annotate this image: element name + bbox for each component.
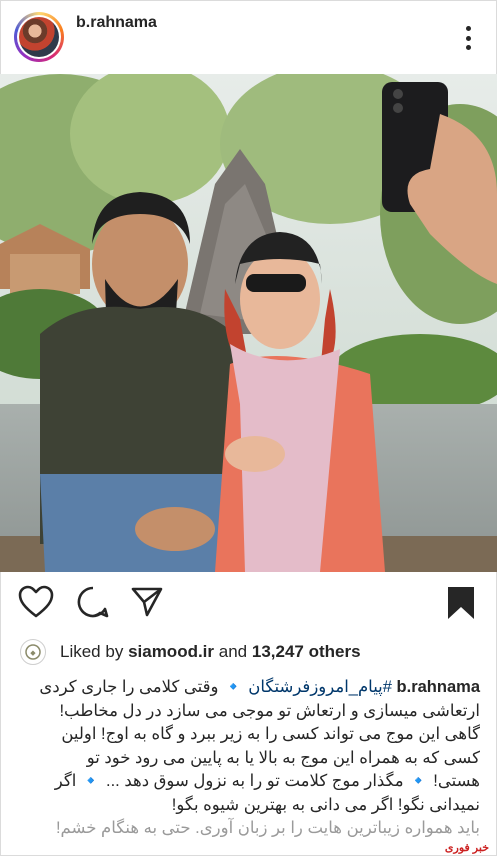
post-actions <box>0 585 497 625</box>
likes-count[interactable]: 13,247 others <box>252 642 361 662</box>
caption-username[interactable]: b.rahnama <box>397 678 480 696</box>
caption-line-6: نمیدانی نگو! اگر می دانی به بهترین شیوه … <box>171 795 480 814</box>
svg-text:◆: ◆ <box>30 649 36 657</box>
caption-line-2: ارتعاشی میسازی و ارتعاش تو موجی می سازد … <box>59 701 480 720</box>
caption-line-1: وقتی کلامی را جاری کردی <box>39 678 219 696</box>
avatar[interactable] <box>14 12 64 62</box>
post-caption: b.rahnama #پیام_امروزفرشتگان 🔹 وقتی کلام… <box>18 676 480 841</box>
send-icon[interactable] <box>130 585 164 619</box>
caption-hashtag[interactable]: #پیام_امروزفرشتگان <box>248 678 392 696</box>
watermark: خبر فوری <box>444 842 489 854</box>
liker-avatar[interactable]: ◆ <box>20 639 46 665</box>
caption-line-5: هستی! 🔹 مگذار موج کلامت تو را به نزول سو… <box>54 772 480 790</box>
more-vertical-icon[interactable] <box>465 26 471 50</box>
caption-line-4: کسی که به همراه این موج به بالا یا به پا… <box>86 748 480 767</box>
liker-username[interactable]: siamood.ir <box>128 642 214 662</box>
comment-icon[interactable] <box>76 585 110 619</box>
post-header: b.rahnama <box>0 0 497 74</box>
post-photo[interactable] <box>0 74 497 572</box>
heart-icon[interactable] <box>18 585 54 619</box>
liked-by-prefix: Liked by <box>60 642 124 661</box>
bookmark-icon[interactable] <box>446 585 476 621</box>
liked-by-and: and <box>218 642 248 661</box>
likes-row: ◆ Liked by siamood.ir and 13,247 others <box>20 638 361 666</box>
post-username[interactable]: b.rahnama <box>76 14 157 32</box>
diamond-icon: 🔹 <box>223 678 244 696</box>
caption-line-7: باید همواره زیباترین هایت را بر زبان آور… <box>55 819 480 837</box>
caption-line-3: گاهی این موج می تواند کسی را به زیر ببرد… <box>61 725 480 743</box>
